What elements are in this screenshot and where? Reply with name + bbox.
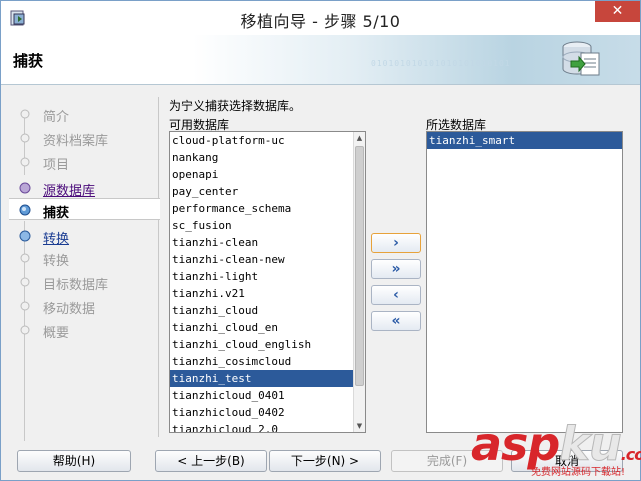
step-dot-icon (20, 133, 30, 143)
site-watermark: aspku.com 免费网站源码下载站! (471, 417, 641, 481)
title-bar: 移植向导 - 步骤 5/10 ✕ (1, 1, 640, 35)
step-dot-icon (20, 325, 30, 335)
move-selected-button[interactable]: › (371, 233, 421, 253)
scroll-up-icon[interactable]: ▲ (354, 132, 365, 144)
banner-binary-pattern: 010101010101010101010101 (371, 59, 511, 68)
nav-step-label: 项目 (43, 158, 70, 173)
nav-step-summary: 概要 (9, 319, 159, 341)
available-db-item[interactable]: tianzhi_cosimcloud (170, 353, 365, 370)
available-db-item[interactable]: tianzhi-clean (170, 234, 365, 251)
scroll-thumb[interactable] (355, 146, 364, 386)
window-title: 移植向导 - 步骤 5/10 (240, 12, 401, 31)
available-db-item[interactable]: tianzhi_test (170, 370, 365, 387)
step-banner: 捕获 010101010101010101010101 (1, 35, 640, 85)
wizard-steps-nav: 简介 资料档案库 项目 源数据库 捕获 转换 转换 目标数据库 移动数据 概要 (9, 97, 160, 441)
step-dot-icon (20, 253, 30, 263)
scroll-down-icon[interactable]: ▼ (354, 420, 365, 432)
nav-step-target-db: 目标数据库 (9, 271, 159, 293)
wizard-window: 移植向导 - 步骤 5/10 ✕ 捕获 01010101010101010101… (0, 0, 641, 481)
nav-step-move-data: 移动数据 (9, 295, 159, 317)
selected-items-container: tianzhi_smart (427, 132, 622, 149)
back-button[interactable]: < 上一步(B) (155, 450, 267, 472)
available-db-item[interactable]: tianzhi_cloud_en (170, 319, 365, 336)
step-current-icon (19, 204, 31, 216)
available-db-item[interactable]: tianzhi-light (170, 268, 365, 285)
database-migration-icon (562, 41, 600, 76)
instruction-text: 为宁义捕获选择数据库。 (169, 99, 302, 113)
nav-step-intro: 简介 (9, 103, 159, 125)
available-db-item[interactable]: sc_fusion (170, 217, 365, 234)
available-db-item[interactable]: performance_schema (170, 200, 365, 217)
nav-step-convert-link[interactable]: 转换 (9, 225, 159, 247)
available-list-scrollbar[interactable]: ▲ ▼ (353, 132, 365, 432)
available-items-container: cloud-platform-uc nankang openapi pay_cente… (170, 132, 365, 432)
step-dot-icon (20, 277, 30, 287)
step-dot-icon (20, 301, 30, 311)
step-dot-icon (20, 157, 30, 167)
step-dot-icon (20, 109, 30, 119)
available-db-item[interactable]: tianzhicloud_0401 (170, 387, 365, 404)
selected-databases-list[interactable]: tianzhi_smart (426, 131, 623, 433)
remove-all-button[interactable]: « (371, 311, 421, 331)
available-db-item[interactable]: tianzhi-clean-new (170, 251, 365, 268)
available-db-item[interactable]: nankang (170, 149, 365, 166)
available-db-item[interactable]: pay_center (170, 183, 365, 200)
nav-step-label: 捕获 (43, 206, 70, 221)
nav-step-label: 目标数据库 (43, 278, 109, 293)
available-db-item[interactable]: tianzhi_cloud (170, 302, 365, 319)
close-button[interactable]: ✕ (595, 1, 640, 22)
nav-step-project: 项目 (9, 151, 159, 173)
nav-step-label: 源数据库 (43, 184, 96, 199)
nav-step-label: 转换 (43, 254, 70, 269)
nav-step-label: 概要 (43, 326, 70, 341)
nav-step-capture[interactable]: 捕获 (9, 198, 160, 221)
nav-step-label: 简介 (43, 110, 70, 125)
nav-step-label: 资料档案库 (43, 134, 109, 149)
available-db-item[interactable]: tianzhicloud_2.0 (170, 421, 365, 432)
move-all-button[interactable]: » (371, 259, 421, 279)
watermark-brand-suffix: .com (620, 445, 641, 464)
available-db-item[interactable]: cloud-platform-uc (170, 132, 365, 149)
available-db-item[interactable]: tianzhi_cloud_english (170, 336, 365, 353)
nav-step-label: 移动数据 (43, 302, 96, 317)
available-db-item[interactable]: tianzhicloud_0402 (170, 404, 365, 421)
nav-step-label: 转换 (43, 232, 70, 247)
step-next-icon (19, 230, 31, 242)
nav-step-convert: 转换 (9, 247, 159, 269)
selected-db-item[interactable]: tianzhi_smart (427, 132, 622, 149)
step-title: 捕获 (13, 52, 44, 70)
remove-selected-button[interactable]: ‹ (371, 285, 421, 305)
available-db-item[interactable]: tianzhi.v21 (170, 285, 365, 302)
step-done-icon (19, 182, 31, 194)
available-db-item[interactable]: openapi (170, 166, 365, 183)
help-button[interactable]: 帮助(H) (17, 450, 131, 472)
next-button[interactable]: 下一步(N) > (269, 450, 381, 472)
available-databases-list[interactable]: cloud-platform-uc nankang openapi pay_cente… (169, 131, 366, 433)
watermark-tagline: 免费网站源码下载站! (531, 467, 626, 478)
nav-step-repository: 资料档案库 (9, 127, 159, 149)
nav-step-source-db[interactable]: 源数据库 (9, 177, 159, 199)
